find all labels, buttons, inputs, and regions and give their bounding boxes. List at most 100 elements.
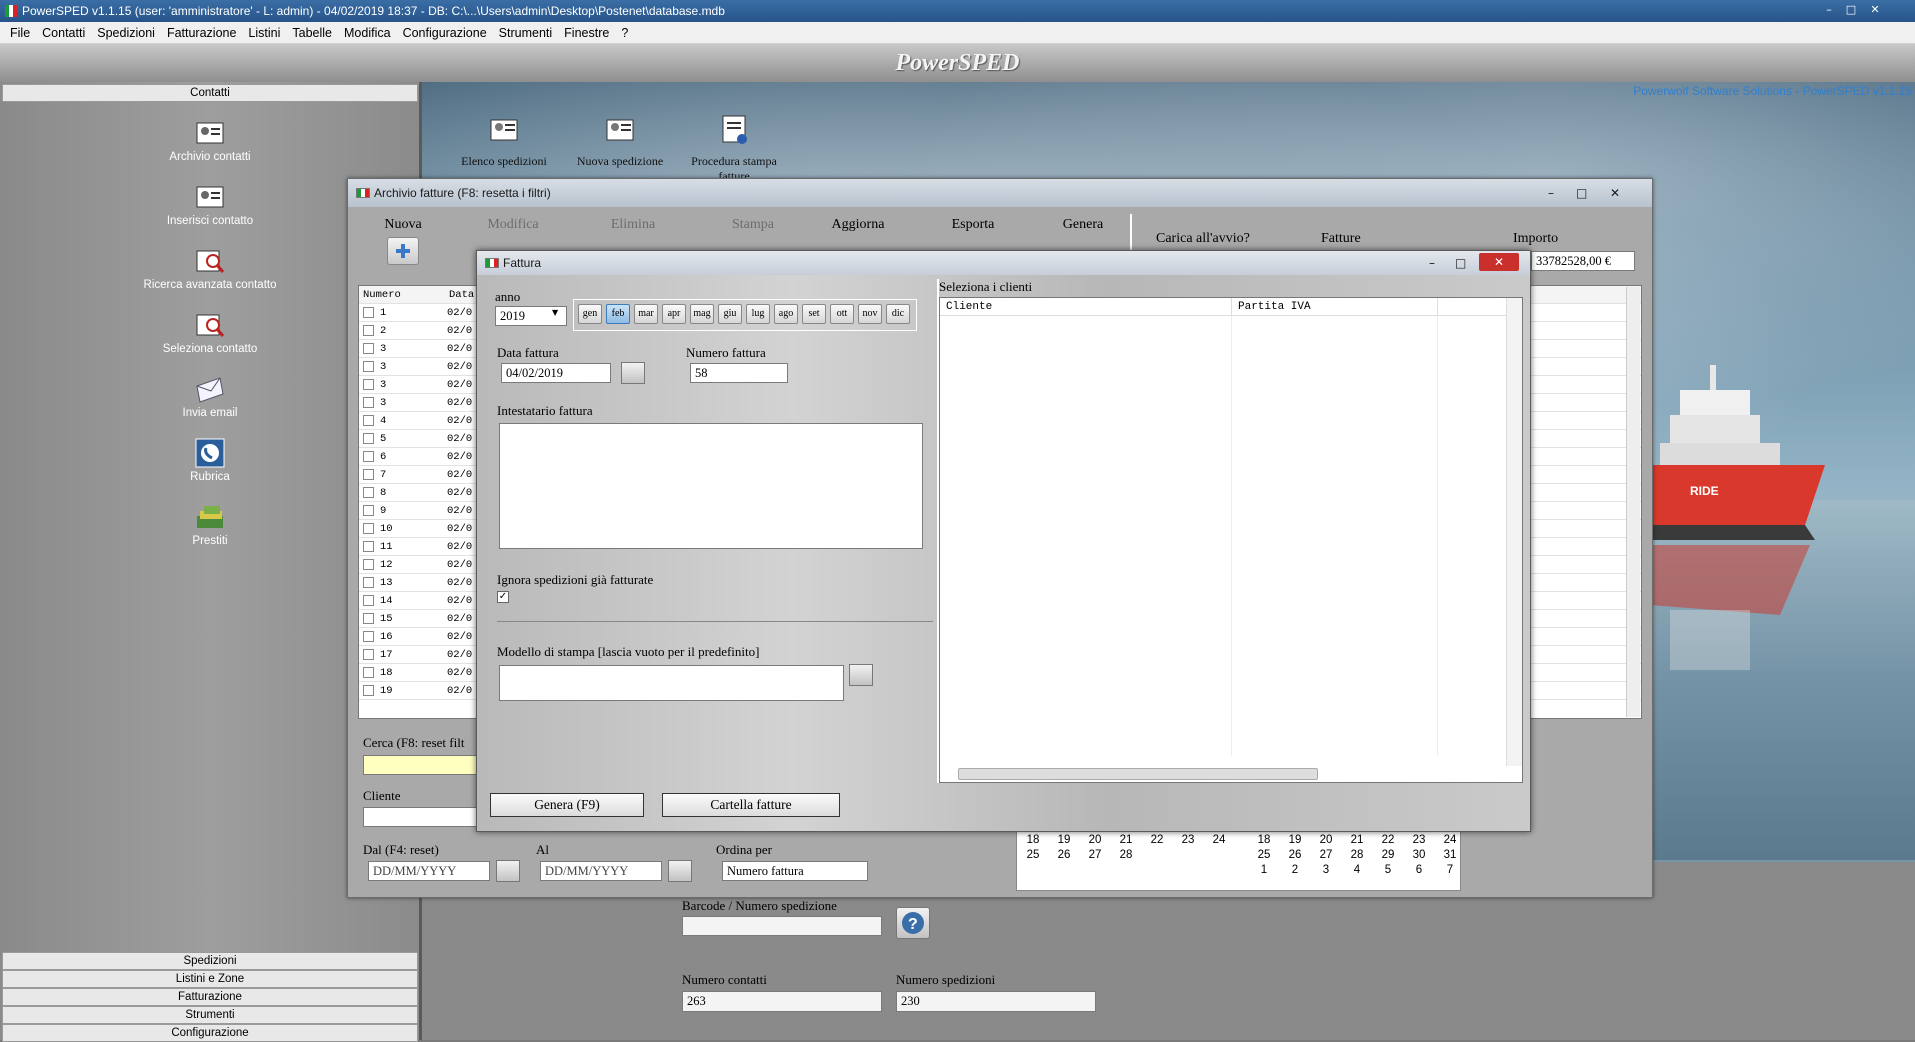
row-checkbox[interactable]: [363, 433, 374, 444]
menu-spedizioni[interactable]: Spedizioni: [91, 26, 161, 40]
calendar-day[interactable]: 5: [1376, 864, 1400, 876]
ignora-checkbox[interactable]: ✓: [497, 591, 509, 603]
maximize-icon[interactable]: □: [1576, 179, 1587, 207]
row-checkbox[interactable]: [363, 541, 374, 552]
minimize-icon[interactable]: –: [1429, 251, 1435, 275]
row-checkbox[interactable]: [363, 667, 374, 678]
close-icon[interactable]: ✕: [1864, 2, 1886, 18]
barcode-input[interactable]: [682, 916, 882, 936]
intestatario-textarea[interactable]: [499, 423, 923, 549]
dal-date-input[interactable]: DD/MM/YYYY: [368, 861, 490, 881]
calendar-day[interactable]: 1: [1252, 864, 1276, 876]
row-checkbox[interactable]: [363, 595, 374, 606]
calendar-day[interactable]: 31: [1438, 849, 1462, 861]
folder-open-icon[interactable]: [849, 664, 873, 686]
row-checkbox[interactable]: [363, 451, 374, 462]
calendar-day[interactable]: 28: [1114, 849, 1138, 861]
row-checkbox[interactable]: [363, 487, 374, 498]
month-button-feb[interactable]: feb: [606, 304, 630, 324]
calendar-day[interactable]: 29: [1376, 849, 1400, 861]
calendar-day[interactable]: 22: [1376, 834, 1400, 846]
chevron-down-icon[interactable]: ▼: [552, 308, 558, 317]
calendar-day[interactable]: 6: [1407, 864, 1431, 876]
sidebar-section-listini[interactable]: Listini e Zone: [2, 970, 418, 988]
close-icon[interactable]: ✕: [1610, 179, 1620, 207]
month-button-nov[interactable]: nov: [858, 304, 882, 324]
calendar-day[interactable]: 19: [1052, 834, 1076, 846]
ordina-per-select[interactable]: Numero fattura: [722, 861, 868, 881]
row-checkbox[interactable]: [363, 361, 374, 372]
genera-button[interactable]: Genera (F9): [490, 793, 644, 817]
calendar-day[interactable]: 19: [1283, 834, 1307, 846]
menu-listini[interactable]: Listini: [242, 26, 286, 40]
calendar-day[interactable]: 4: [1345, 864, 1369, 876]
row-checkbox[interactable]: [363, 685, 374, 696]
menu-finestre[interactable]: Finestre: [558, 26, 615, 40]
toolbar-elimina-button[interactable]: Elimina: [588, 217, 678, 233]
month-button-mag[interactable]: mag: [690, 304, 714, 324]
month-button-dic[interactable]: dic: [886, 304, 910, 324]
sidebar-item-archivio-contatti[interactable]: Archivio contatti: [0, 118, 420, 163]
grid-vscrollbar[interactable]: [1626, 287, 1640, 717]
calendar-day[interactable]: 20: [1083, 834, 1107, 846]
menu-contatti[interactable]: Contatti: [36, 26, 91, 40]
calendar-day[interactable]: 26: [1283, 849, 1307, 861]
numero-fattura-input[interactable]: 58: [690, 363, 788, 383]
col-numero-header[interactable]: Numero: [363, 286, 449, 303]
sidebar-section-configurazione[interactable]: Configurazione: [2, 1024, 418, 1042]
row-checkbox[interactable]: [363, 577, 374, 588]
cartella-fatture-button[interactable]: Cartella fatture: [662, 793, 840, 817]
cerca-input[interactable]: [363, 755, 483, 775]
month-button-giu[interactable]: giu: [718, 304, 742, 324]
menu-modifica[interactable]: Modifica: [338, 26, 397, 40]
elenco-spedizioni-shortcut[interactable]: Elenco spedizioni: [449, 112, 559, 169]
menu-help[interactable]: ?: [615, 26, 634, 40]
calendar-day[interactable]: 3: [1314, 864, 1338, 876]
calendar-day[interactable]: 24: [1207, 834, 1231, 846]
calendar-day[interactable]: 27: [1083, 849, 1107, 861]
modello-select[interactable]: [499, 665, 844, 701]
al-date-input[interactable]: DD/MM/YYYY: [540, 861, 662, 881]
minimize-icon[interactable]: –: [1548, 179, 1554, 207]
row-checkbox[interactable]: [363, 523, 374, 534]
row-checkbox[interactable]: [363, 325, 374, 336]
sidebar-section-strumenti[interactable]: Strumenti: [2, 1006, 418, 1024]
calendar-day[interactable]: 23: [1176, 834, 1200, 846]
row-checkbox[interactable]: [363, 505, 374, 516]
nuova-spedizione-shortcut[interactable]: Nuova spedizione: [565, 112, 675, 169]
month-button-gen[interactable]: gen: [578, 304, 602, 324]
close-icon[interactable]: ✕: [1479, 253, 1519, 271]
calendar-day[interactable]: 21: [1345, 834, 1369, 846]
menu-file[interactable]: File: [4, 26, 36, 40]
maximize-icon[interactable]: □: [1840, 2, 1862, 18]
row-checkbox[interactable]: [363, 649, 374, 660]
calendar-day[interactable]: 7: [1438, 864, 1462, 876]
calendar-day[interactable]: 25: [1021, 849, 1045, 861]
clienti-vscrollbar[interactable]: [1506, 298, 1522, 766]
calendar-day[interactable]: 20: [1314, 834, 1338, 846]
calendar-day[interactable]: 24: [1438, 834, 1462, 846]
calendar-icon[interactable]: [496, 860, 520, 882]
toolbar-esporta-button[interactable]: Esporta: [928, 217, 1018, 233]
procedura-stampa-shortcut[interactable]: Procedura stampa fatture: [679, 112, 789, 184]
calendar-day[interactable]: 28: [1345, 849, 1369, 861]
calendar-day[interactable]: 27: [1314, 849, 1338, 861]
cliente-input[interactable]: [363, 807, 483, 827]
row-checkbox[interactable]: [363, 379, 374, 390]
calendar-day[interactable]: 2: [1283, 864, 1307, 876]
data-fattura-input[interactable]: 04/02/2019: [501, 363, 611, 383]
minimize-icon[interactable]: –: [1818, 2, 1840, 18]
calendar-icon[interactable]: [621, 362, 645, 384]
month-button-apr[interactable]: apr: [662, 304, 686, 324]
sidebar-section-fatturazione[interactable]: Fatturazione: [2, 988, 418, 1006]
menu-configurazione[interactable]: Configurazione: [397, 26, 493, 40]
row-checkbox[interactable]: [363, 613, 374, 624]
calendar-day[interactable]: 18: [1021, 834, 1045, 846]
col-cliente-header[interactable]: Cliente: [940, 298, 1232, 315]
calendar-day[interactable]: 25: [1252, 849, 1276, 861]
calendar-day[interactable]: 26: [1052, 849, 1076, 861]
col-data-header[interactable]: Data: [449, 286, 474, 303]
menu-fatturazione[interactable]: Fatturazione: [161, 26, 242, 40]
month-button-ott[interactable]: ott: [830, 304, 854, 324]
menu-tabelle[interactable]: Tabelle: [286, 26, 338, 40]
